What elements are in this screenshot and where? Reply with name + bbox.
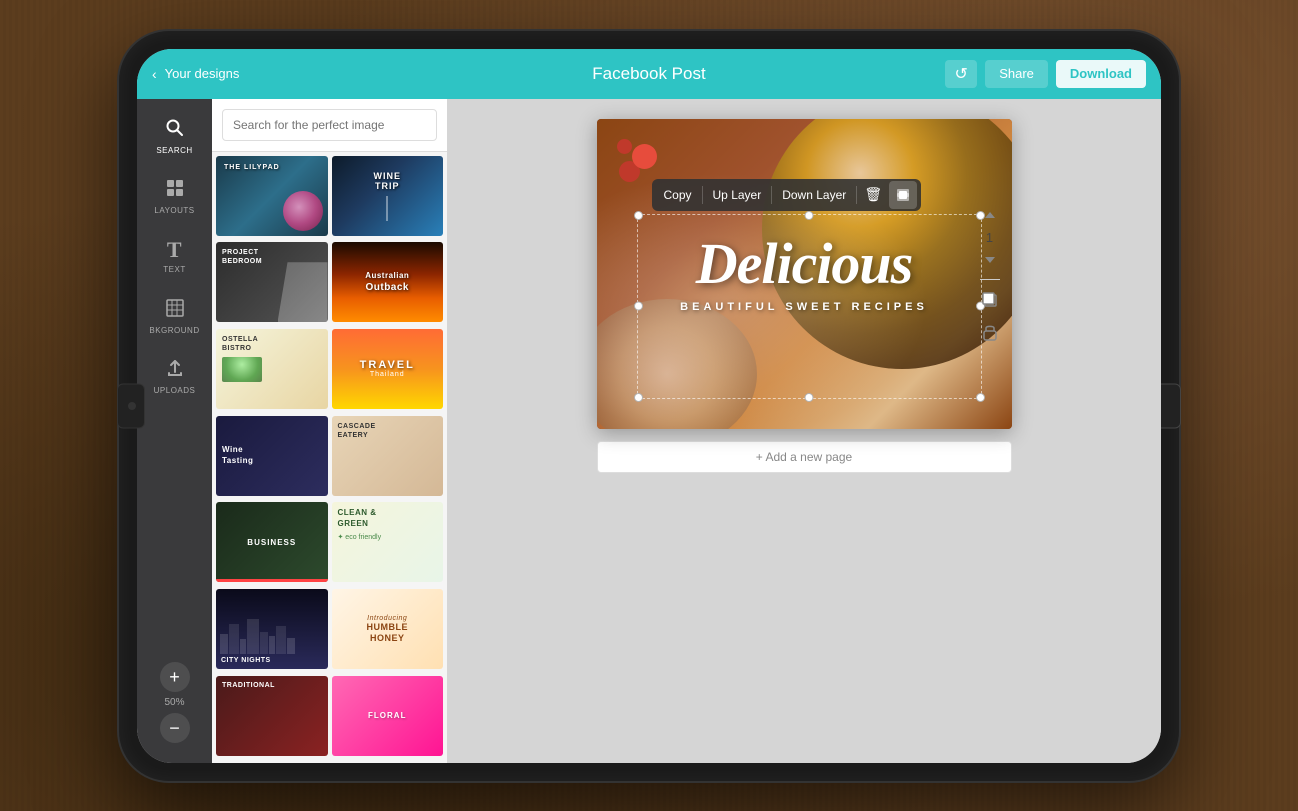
layer-down-button[interactable]: [978, 249, 1002, 271]
right-controls: 1: [978, 204, 1002, 344]
context-divider-1: [702, 186, 703, 204]
context-divider-2: [771, 186, 772, 204]
sidebar-item-text[interactable]: T TEXT: [142, 229, 207, 284]
canvas-wrapper: Copy Up Layer Down Layer 🗑: [597, 119, 1012, 429]
panel: THE LILYPAD WINETRIP: [212, 99, 447, 763]
sidebar-search-label: SEARCH: [156, 146, 192, 155]
uploads-icon: [165, 358, 185, 382]
design-title: Delicious: [696, 235, 913, 293]
sidebar-item-uploads[interactable]: UPLOADS: [142, 349, 207, 404]
list-item[interactable]: WINETRIP: [332, 156, 444, 236]
zoom-out-button[interactable]: −: [160, 713, 190, 743]
undo-button[interactable]: ↺: [945, 60, 977, 88]
share-button[interactable]: Share: [985, 60, 1048, 88]
context-layers-icon[interactable]: [889, 181, 917, 209]
layouts-icon: [165, 178, 185, 202]
context-menu: Copy Up Layer Down Layer 🗑: [652, 179, 922, 211]
add-page-button[interactable]: + Add a new page: [597, 441, 1012, 473]
canvas-text-overlay: Delicious BEAUTIFUL SWEET RECIPES: [597, 119, 1012, 429]
ipad-screen: ‹ Your designs Facebook Post ↺ Share Dow…: [137, 49, 1161, 763]
zoom-level: 50%: [164, 697, 184, 708]
design-subtitle: BEAUTIFUL SWEET RECIPES: [680, 301, 928, 313]
page-title: Facebook Post: [592, 64, 705, 84]
main-content: SEARCH LAYOUTS: [137, 99, 1161, 763]
context-copy[interactable]: Copy: [656, 184, 700, 206]
list-item[interactable]: AustralianOutback: [332, 242, 444, 322]
back-link[interactable]: Your designs: [165, 66, 240, 81]
context-delete-icon[interactable]: 🗑: [859, 181, 887, 209]
layer-number: 1: [986, 230, 993, 245]
list-item[interactable]: BUSINESS: [216, 502, 328, 582]
controls-separator: [980, 279, 1000, 280]
context-up-layer[interactable]: Up Layer: [705, 184, 770, 206]
top-bar-left: ‹ Your designs: [152, 66, 239, 82]
layer-up-button[interactable]: [978, 204, 1002, 226]
context-down-layer[interactable]: Down Layer: [774, 184, 854, 206]
sidebar-layouts-label: LAYOUTS: [154, 206, 194, 215]
sidebar-background-label: BKGROUND: [149, 326, 199, 335]
list-item[interactable]: CITY NIGHTS: [216, 589, 328, 669]
sidebar-bottom: + 50% −: [160, 662, 190, 753]
list-item[interactable]: Introducing HUMBLEHONEY: [332, 589, 444, 669]
list-item[interactable]: OSTELLABISTRO: [216, 329, 328, 409]
search-icon: [165, 118, 185, 142]
search-input[interactable]: [222, 109, 437, 141]
background-icon: [165, 298, 185, 322]
sidebar-item-background[interactable]: BKGROUND: [142, 289, 207, 344]
ipad-camera: [128, 402, 136, 410]
ipad-frame: ‹ Your designs Facebook Post ↺ Share Dow…: [119, 31, 1179, 781]
list-item[interactable]: FLORAL: [332, 676, 444, 756]
download-button[interactable]: Download: [1056, 60, 1146, 88]
back-chevron-icon: ‹: [152, 66, 157, 82]
sidebar-uploads-label: UPLOADS: [154, 386, 196, 395]
lock-button[interactable]: [978, 320, 1002, 344]
list-item[interactable]: CASCADEEATERY: [332, 416, 444, 496]
context-divider-3: [856, 186, 857, 204]
list-item[interactable]: WineTasting: [216, 416, 328, 496]
list-item[interactable]: TRADITIONAL: [216, 676, 328, 756]
app-container: ‹ Your designs Facebook Post ↺ Share Dow…: [137, 49, 1161, 763]
canvas-area: Copy Up Layer Down Layer 🗑: [447, 99, 1161, 763]
sidebar-item-search[interactable]: SEARCH: [142, 109, 207, 164]
sidebar-text-label: TEXT: [163, 265, 185, 274]
sidebar: SEARCH LAYOUTS: [137, 99, 212, 763]
duplicate-button[interactable]: [978, 288, 1002, 312]
text-icon: T: [167, 239, 182, 261]
templates-grid: THE LILYPAD WINETRIP: [212, 152, 447, 763]
top-bar-right: ↺ Share Download: [945, 60, 1146, 88]
canvas-design[interactable]: Delicious BEAUTIFUL SWEET RECIPES: [597, 119, 1012, 429]
search-box: [212, 99, 447, 152]
sidebar-item-layouts[interactable]: LAYOUTS: [142, 169, 207, 224]
list-item[interactable]: THE LILYPAD: [216, 156, 328, 236]
top-bar: ‹ Your designs Facebook Post ↺ Share Dow…: [137, 49, 1161, 99]
zoom-in-button[interactable]: +: [160, 662, 190, 692]
list-item[interactable]: CLEAN &GREEN ✦ eco friendly: [332, 502, 444, 582]
list-item[interactable]: PROJECTBEDROOM: [216, 242, 328, 322]
list-item[interactable]: TRAVEL Thailand: [332, 329, 444, 409]
